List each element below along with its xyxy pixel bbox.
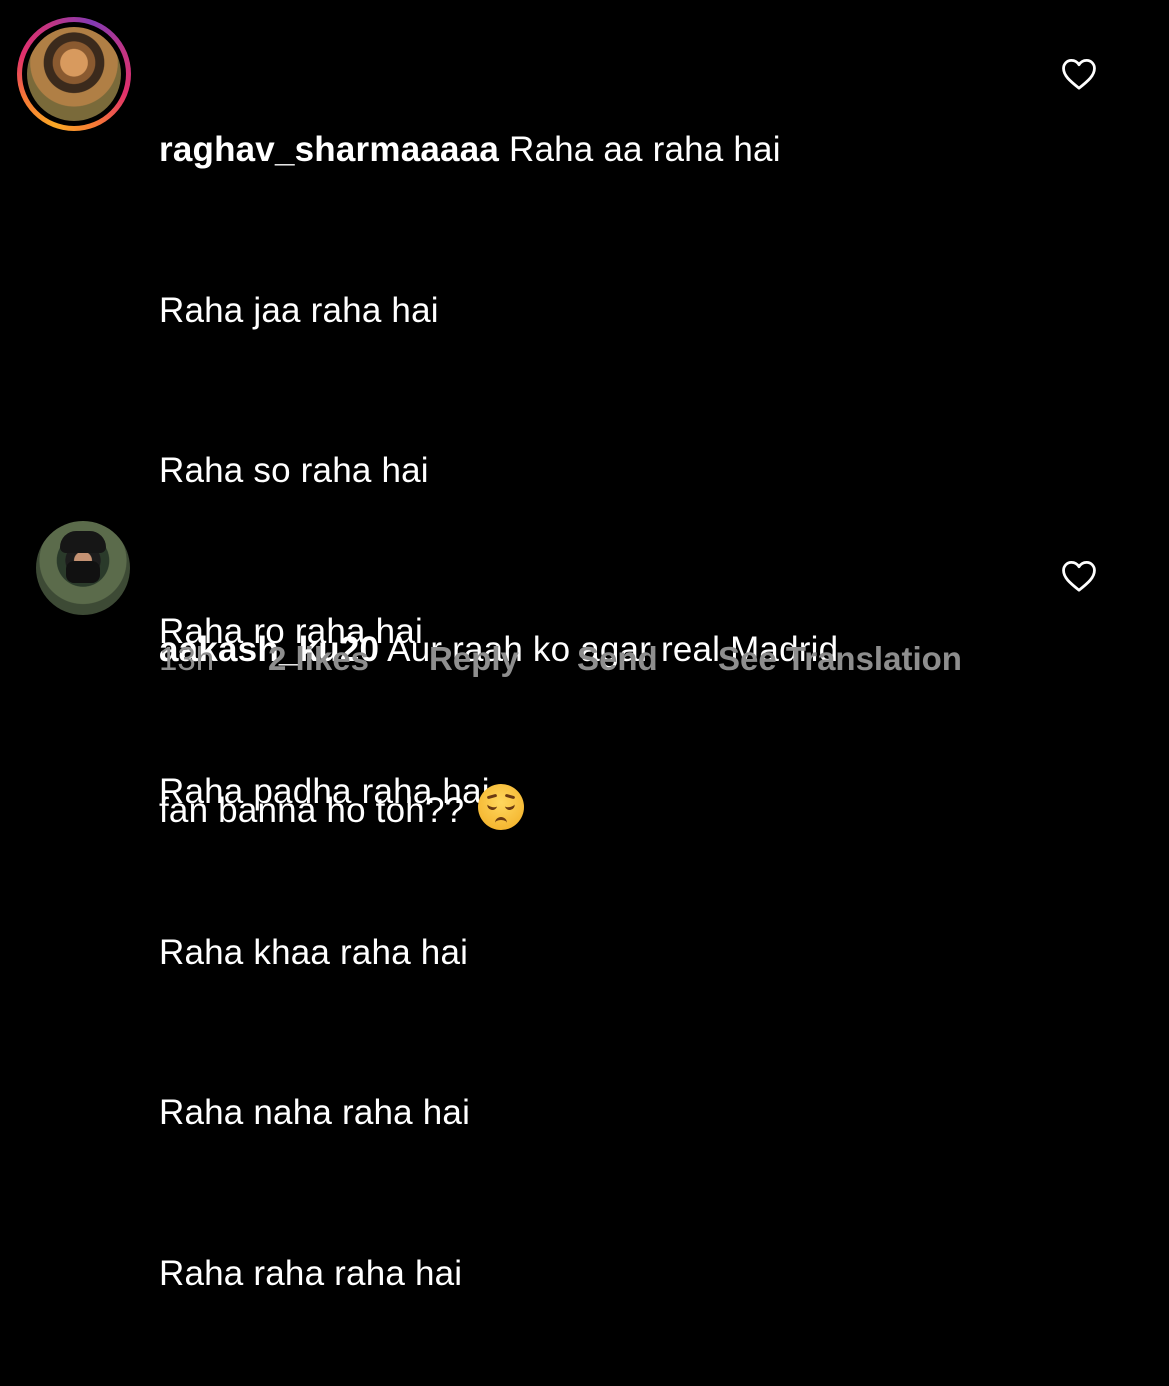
comment-line: Raha raha raha hai [159,1253,463,1293]
emoji-eye [504,801,516,811]
emoji-brow [505,793,516,799]
heart-outline-icon[interactable] [1060,559,1098,593]
avatar-mask [66,561,100,583]
avatar[interactable] [36,521,130,615]
comment-line: fan banna ho toh?? [159,790,465,830]
pensive-face-emoji [478,783,525,830]
comment-first-line: raghav_sharmaaaaa Raha aa raha hai [159,123,781,177]
comment-line: Raha aa raha hai [508,130,781,169]
send-button[interactable]: Send [577,640,658,678]
comment-text: aakash_ku20 Aur raah ko agar real Madrid… [159,516,838,891]
comment-item: raghav_sharmaaaaa Raha aa raha hai Raha … [0,0,1169,1293]
comment-username[interactable]: raghav_sharmaaaaa [159,130,499,169]
comment-line: Raha khaa raha hai [159,932,469,972]
heart-outline-icon[interactable] [1060,57,1098,91]
reply-button[interactable]: Reply [429,640,519,678]
avatar-photo [27,27,121,121]
see-translation-button[interactable]: See Translation [718,640,962,678]
emoji-brow [487,793,498,799]
emoji-mouth [495,816,508,824]
avatar[interactable] [17,17,131,131]
comment-timestamp: 13h [159,640,215,677]
avatar-hair [60,531,106,553]
comment-second-line: fan banna ho toh?? [159,783,838,838]
likes-count-link[interactable]: 2 likes [268,640,369,678]
emoji-eye [486,801,498,811]
comment-line: Raha naha raha hai [159,1093,471,1132]
comment-line: Raha jaa raha hai [159,290,439,330]
